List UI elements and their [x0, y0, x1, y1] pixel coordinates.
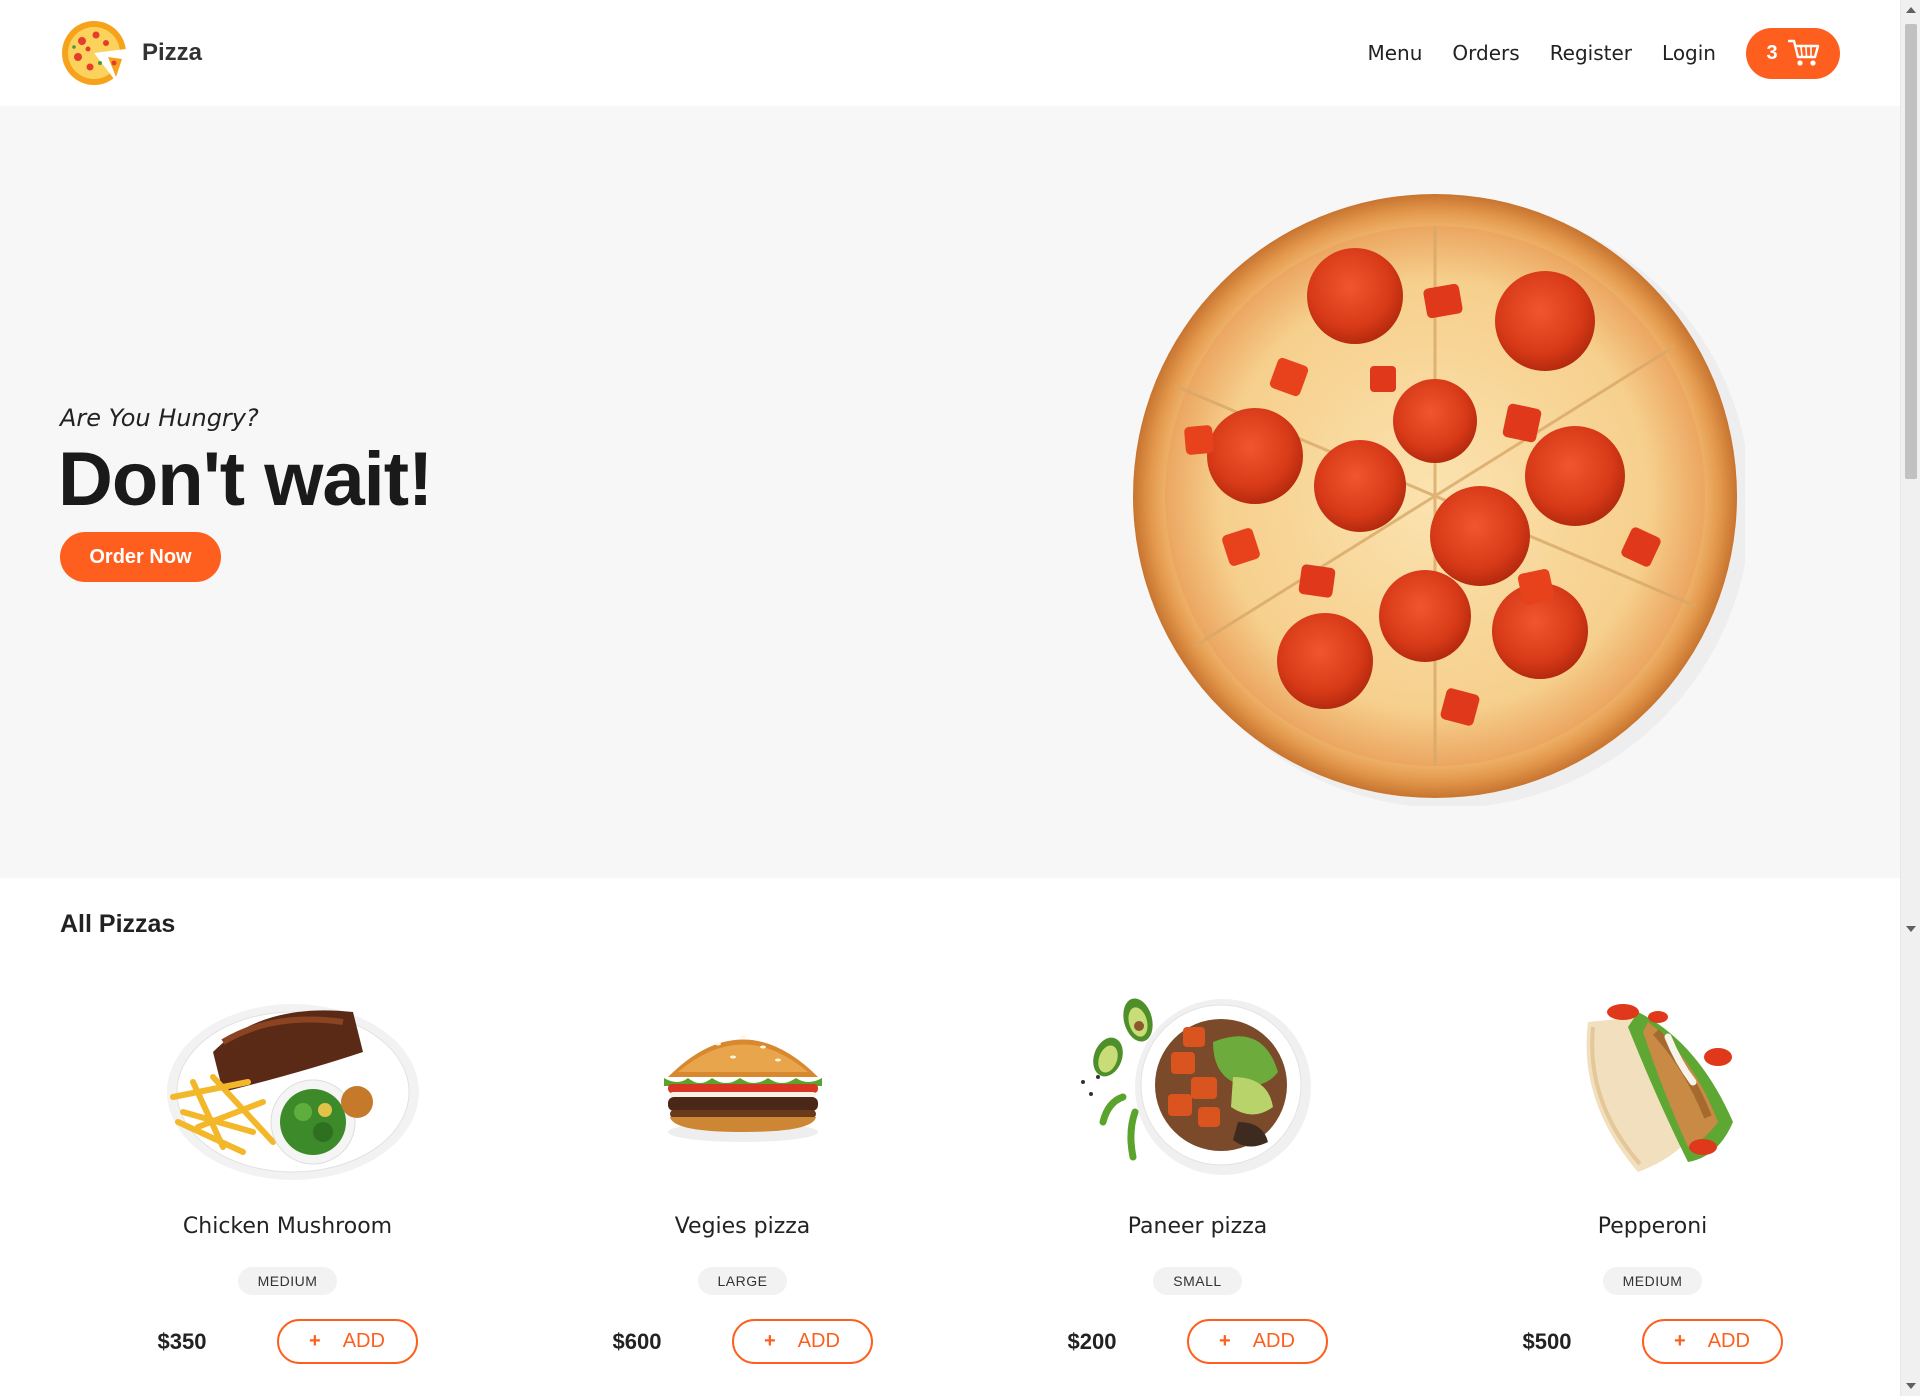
- add-to-cart-button[interactable]: + ADD: [731, 1319, 873, 1364]
- hero-headline: Don't wait!: [58, 437, 433, 522]
- nav-link-register[interactable]: Register: [1550, 41, 1632, 65]
- cart-icon: [1787, 39, 1819, 66]
- cart-button[interactable]: 3: [1746, 27, 1840, 79]
- scroll-down-arrow-icon[interactable]: [1901, 919, 1920, 939]
- buy-row: $350 + ADD: [158, 1319, 418, 1364]
- wrap-image: [1586, 1004, 1733, 1172]
- nav-link-orders[interactable]: Orders: [1452, 41, 1519, 65]
- buy-row: $200 + ADD: [1068, 1319, 1328, 1364]
- main-nav: Menu Orders Register Login 3: [1338, 27, 1840, 79]
- plus-icon: +: [1674, 1330, 1686, 1352]
- product-price: $600: [612, 1328, 662, 1354]
- add-to-cart-button[interactable]: + ADD: [1186, 1319, 1328, 1364]
- scrollbar-thumb[interactable]: [1905, 24, 1917, 479]
- section-title: All Pizzas: [60, 910, 176, 938]
- product-card: Vegies pizza LARGE $600 + ADD: [515, 980, 970, 1380]
- veggie-bowl-image: [1080, 998, 1311, 1175]
- add-label: ADD: [797, 1330, 840, 1352]
- product-price: $500: [1522, 1328, 1572, 1354]
- site-header: Pizza Menu Orders Register Login 3: [0, 0, 1900, 106]
- product-name: Pepperoni: [1597, 1214, 1708, 1239]
- add-label: ADD: [1252, 1330, 1295, 1352]
- plus-icon: +: [309, 1330, 321, 1352]
- product-grid: Chicken Mushroom MEDIUM $350 + ADD Vegie…: [60, 980, 1880, 1380]
- burger-image: [663, 1035, 822, 1142]
- size-badge: MEDIUM: [237, 1267, 338, 1295]
- plus-icon: +: [1219, 1330, 1231, 1352]
- product-name: Paneer pizza: [1127, 1214, 1268, 1239]
- add-label: ADD: [342, 1330, 385, 1352]
- brand[interactable]: Pizza: [60, 19, 202, 87]
- size-badge: LARGE: [697, 1267, 788, 1295]
- order-now-button[interactable]: Order Now: [60, 532, 221, 582]
- buy-row: $600 + ADD: [613, 1319, 873, 1364]
- product-price: $200: [1067, 1328, 1117, 1354]
- plus-icon: +: [764, 1330, 776, 1352]
- size-badge: SMALL: [1153, 1267, 1242, 1295]
- buy-row: $500 + ADD: [1523, 1319, 1783, 1364]
- add-to-cart-button[interactable]: + ADD: [1641, 1319, 1783, 1364]
- product-name: Chicken Mushroom: [182, 1214, 393, 1239]
- product-card: Paneer pizza SMALL $200 + ADD: [970, 980, 1425, 1380]
- hero-section: Are You Hungry? Don't wait! Order Now: [0, 106, 1900, 878]
- product-card: Pepperoni MEDIUM $500 + ADD: [1425, 980, 1880, 1380]
- hero-tagline: Are You Hungry?: [60, 404, 259, 432]
- nav-link-menu[interactable]: Menu: [1368, 41, 1423, 65]
- product-price: $350: [157, 1328, 207, 1354]
- scroll-down-arrow-icon[interactable]: [1901, 1376, 1920, 1396]
- nav-link-login[interactable]: Login: [1662, 41, 1716, 65]
- pizza-logo-icon: [62, 21, 127, 85]
- product-card: Chicken Mushroom MEDIUM $350 + ADD: [60, 980, 515, 1380]
- product-name: Vegies pizza: [674, 1214, 811, 1239]
- add-to-cart-button[interactable]: + ADD: [276, 1319, 418, 1364]
- ribs-with-fries-image: [166, 1004, 419, 1180]
- size-badge: MEDIUM: [1602, 1267, 1703, 1295]
- brand-name: Pizza: [142, 39, 203, 66]
- vertical-scrollbar[interactable]: [1900, 0, 1920, 1396]
- add-label: ADD: [1707, 1330, 1750, 1352]
- cart-count: 3: [1766, 41, 1778, 64]
- pepperoni-pizza-image: [1133, 194, 1745, 806]
- scroll-up-arrow-icon[interactable]: [1901, 0, 1920, 20]
- page: Pizza Menu Orders Register Login 3 Are Y…: [0, 0, 1920, 1396]
